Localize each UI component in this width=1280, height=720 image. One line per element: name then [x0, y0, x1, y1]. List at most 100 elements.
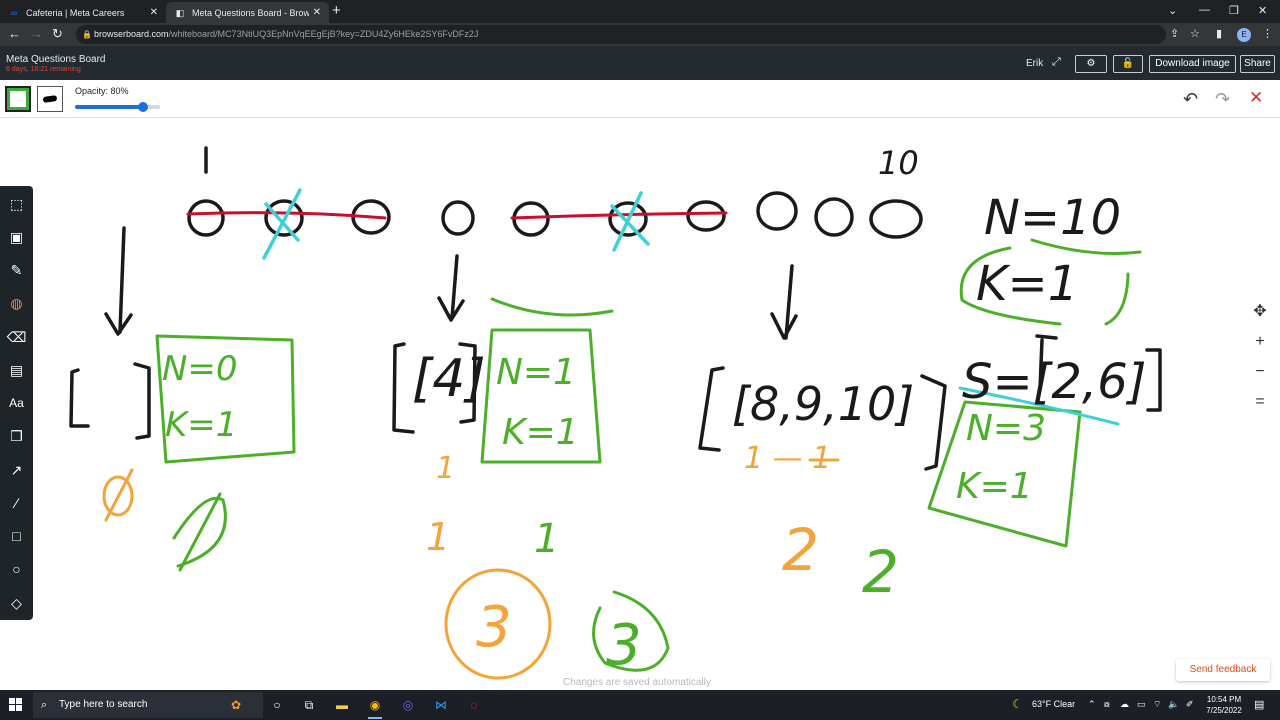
browserboard-icon: ◧	[175, 7, 185, 18]
pen-icon[interactable]: ✐	[1186, 699, 1194, 710]
close-icon[interactable]: ✕	[1249, 88, 1263, 108]
circled-three-green-label: 3	[606, 613, 642, 678]
volume-icon[interactable]: 🔈	[1168, 699, 1179, 710]
node-row	[187, 191, 923, 239]
send-feedback-button[interactable]: Send feedback	[1176, 659, 1270, 681]
meta-icon: ∞	[10, 7, 18, 18]
windows-taskbar: ⌕ Type here to search ✿ ○ ⧉ ▬ ◉ ◎ ⋈ ◌ ☾ …	[0, 690, 1280, 720]
lock-button[interactable]: 🔓	[1113, 55, 1143, 73]
lock-icon: 🔒	[82, 30, 92, 39]
square-icon[interactable]: □	[4, 523, 29, 549]
clock-date: 7/25/2022	[1206, 706, 1242, 715]
side-panel-icon[interactable]: ▮	[1216, 27, 1222, 40]
color-picker[interactable]	[5, 86, 31, 112]
settings-button[interactable]: ⚙	[1075, 55, 1107, 73]
back-icon[interactable]: ←	[8, 26, 21, 42]
label-k-total: K=1	[976, 256, 1078, 312]
fit-to-screen-icon[interactable]: =	[1251, 393, 1269, 411]
node-circle	[869, 199, 923, 239]
search-icon: ⌕	[41, 699, 48, 711]
battery-icon[interactable]: ▭	[1137, 699, 1146, 710]
pan-move-icon[interactable]: ✥	[1251, 303, 1269, 321]
weather-text[interactable]: 63°F Clear	[1032, 699, 1075, 709]
close-window-icon[interactable]: ✕	[1258, 4, 1267, 17]
diamond-icon[interactable]: ◇	[4, 590, 29, 616]
drawing-toolbar: ⬚ ▣ ✎ ◍ ⌫ ▤ Aa ❒ ↗ ∕ □ ○ ◇	[0, 186, 33, 620]
network-icon[interactable]: ⌔	[1153, 699, 1161, 710]
autosave-message: Changes are saved automatically	[563, 677, 711, 688]
bookmark-star-icon[interactable]: ☆	[1190, 27, 1200, 40]
windows-start-icon[interactable]	[9, 698, 23, 712]
eraser-icon[interactable]: ⌫	[4, 324, 29, 350]
close-tab-icon[interactable]: ✕	[313, 7, 321, 18]
node-circle	[187, 199, 225, 237]
sticky-note-icon[interactable]: ▤	[4, 357, 29, 383]
app-icon[interactable]: ◎	[398, 695, 418, 715]
forward-icon[interactable]: →	[30, 26, 43, 42]
new-tab-button[interactable]: +	[332, 3, 341, 19]
opacity-slider[interactable]	[75, 102, 160, 112]
address-bar-row: ← → ↻ 🔒 browserboard.com/whiteboard/MC73…	[0, 23, 1280, 46]
chrome-canary-icon[interactable]: ◌	[464, 695, 484, 715]
reload-icon[interactable]: ↻	[52, 26, 63, 42]
minimize-icon[interactable]: —	[1199, 4, 1210, 16]
board-title: Meta Questions Board	[6, 54, 106, 65]
board-time-remaining: 6 days, 18:21 remaining	[6, 66, 81, 73]
tray-app-icon[interactable]: ⧇	[1104, 699, 1110, 710]
user-name[interactable]: Erik	[1026, 58, 1043, 69]
weather-widget-icon[interactable]: ✿	[216, 695, 256, 715]
zoom-in-icon[interactable]: +	[1251, 333, 1269, 351]
url-field[interactable]: 🔒 browserboard.com/whiteboard/MC73NtiUQ3…	[76, 25, 1166, 44]
down-arrow	[104, 226, 133, 336]
tab-meta-careers[interactable]: ∞ Cafeteria | Meta Careers ✕	[0, 2, 166, 23]
lock-icon: 🔓	[1121, 58, 1135, 69]
share-page-icon[interactable]: ⇪	[1170, 27, 1179, 40]
browser-menu-icon[interactable]: ⋮	[1262, 27, 1273, 40]
opacity-slider-handle[interactable]	[138, 102, 148, 112]
orange-one-label: 1	[426, 515, 450, 559]
show-hidden-icons[interactable]: ⌃	[1088, 699, 1096, 710]
whiteboard-canvas[interactable]: 10 N=10 K=1 S=[2,6] N=0 K=1 [4] N=1 K=1 …	[0, 118, 1280, 688]
text-icon[interactable]: Aa	[4, 390, 29, 416]
image-icon[interactable]: ▣	[4, 224, 29, 250]
taskbar-clock[interactable]: 10:54 PM 7/25/2022	[1203, 694, 1245, 716]
arrow-icon[interactable]: ↗	[4, 457, 29, 483]
zoom-out-icon[interactable]: −	[1251, 363, 1269, 381]
onedrive-icon[interactable]: ☁	[1120, 699, 1129, 710]
orange-marks-label: 1 — 1	[744, 441, 831, 476]
empty-bracket-strokes	[69, 362, 151, 440]
url-path: /whiteboard/MC73NtiUQ3EpNnVqEEgEjB?key=Z…	[168, 29, 479, 39]
board-header: Meta Questions Board 6 days, 18:21 remai…	[0, 46, 1280, 80]
box2-n-label: N=1	[496, 352, 576, 393]
profile-avatar[interactable]: E	[1237, 28, 1251, 42]
circle-icon[interactable]: ○	[4, 556, 29, 582]
file-explorer-icon[interactable]: ▬	[332, 695, 352, 715]
box1-n-label: N=0	[162, 349, 238, 389]
task-view-icon[interactable]: ⧉	[299, 695, 319, 715]
fullscreen-icon[interactable]: ⤢	[1052, 56, 1061, 69]
brush-icon[interactable]: ✎	[4, 257, 29, 283]
node-circle	[814, 197, 854, 237]
label-s-list: S=[2,6]	[962, 354, 1146, 410]
vscode-icon[interactable]: ⋈	[431, 695, 451, 715]
undo-icon[interactable]: ↶	[1183, 89, 1198, 110]
tab-meta-questions-board[interactable]: ◧ Meta Questions Board - Browser ✕	[166, 2, 329, 23]
close-tab-icon[interactable]: ✕	[150, 7, 158, 18]
notifications-icon[interactable]: ▤	[1254, 698, 1264, 711]
line-icon[interactable]: ∕	[4, 490, 29, 516]
tab-search-icon[interactable]: ⌄	[1168, 4, 1177, 17]
share-button[interactable]: Share	[1240, 55, 1275, 73]
chrome-icon[interactable]: ◉	[365, 695, 385, 719]
bracket-four-label: [4]	[412, 349, 486, 409]
tab-title: Cafeteria | Meta Careers	[26, 7, 125, 18]
redo-icon[interactable]: ↷	[1215, 89, 1230, 110]
select-icon[interactable]: ⬚	[4, 191, 29, 217]
restore-icon[interactable]: ❐	[1229, 4, 1239, 17]
node-circle	[441, 200, 475, 236]
highlighter-icon[interactable]: ◍	[4, 290, 29, 316]
download-image-button[interactable]: Download image	[1149, 55, 1236, 73]
book-icon[interactable]: ❒	[4, 423, 29, 449]
cortana-icon[interactable]: ○	[267, 695, 287, 715]
stroke-size-picker[interactable]	[37, 86, 63, 112]
node-circle	[756, 191, 798, 231]
